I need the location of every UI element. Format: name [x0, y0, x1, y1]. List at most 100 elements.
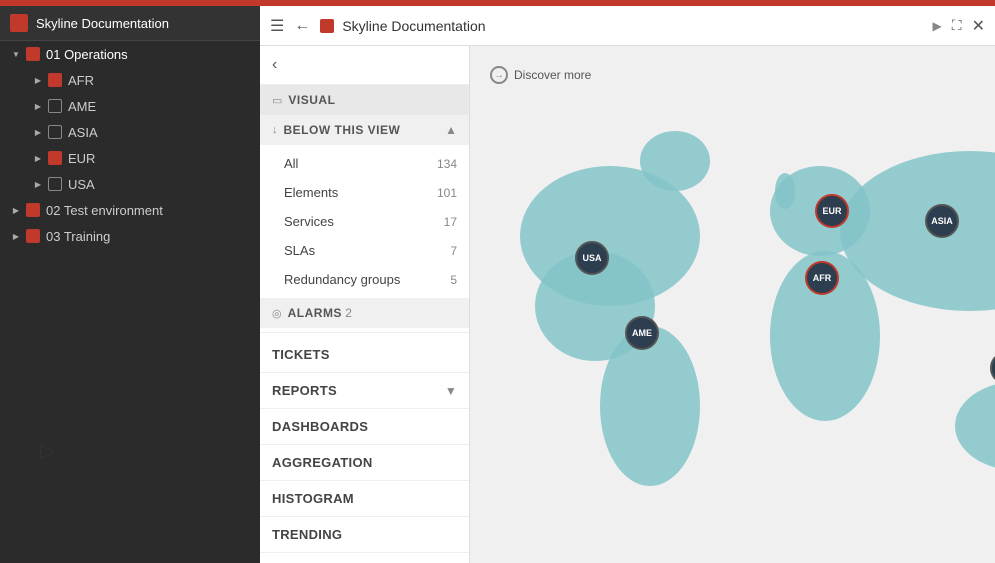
right-panel: ☰ ← Skyline Documentation ▶ ⛶ ✕ ‹ ▭ VISU… [260, 6, 995, 563]
eur-marker-label: EUR [822, 206, 841, 216]
nav-bar: ☰ ← Skyline Documentation ▶ ⛶ ✕ [260, 6, 995, 46]
menu-item-elements[interactable]: Elements 101 [260, 178, 469, 207]
close-button[interactable]: ✕ [972, 16, 985, 36]
ame-label: AME [68, 99, 96, 114]
sidebar-item-training[interactable]: 03 Training [0, 223, 260, 249]
below-collapse-icon[interactable]: ▲ [445, 123, 457, 137]
chevron-operations [8, 46, 24, 62]
reports-label: REPORTS [272, 383, 337, 398]
cursor-arrow: ▷ [40, 438, 55, 463]
asia-icon [48, 125, 62, 139]
elements-label: Elements [284, 185, 338, 200]
map-area: → Discover more [470, 46, 995, 563]
hamburger-button[interactable]: ☰ [270, 16, 284, 36]
ame-marker-label: AME [632, 328, 652, 338]
menu-item-redundancy[interactable]: Redundancy groups 5 [260, 265, 469, 294]
below-icon: ↓ [272, 124, 278, 136]
eur-label: EUR [68, 151, 95, 166]
menu-back-button[interactable]: ‹ [260, 46, 469, 85]
alarms-label: ALARMS [288, 306, 342, 320]
slas-count: 7 [450, 244, 457, 258]
test-icon [26, 203, 40, 217]
services-count: 17 [444, 215, 457, 229]
menu-section-visual[interactable]: ▭ VISUAL [260, 85, 469, 115]
operations-icon [26, 47, 40, 61]
histogram-label: HISTOGRAM [272, 491, 354, 506]
menu-divider-1 [260, 332, 469, 333]
menu-item-trending[interactable]: TRENDING [260, 517, 469, 553]
menu-item-all[interactable]: All 134 [260, 149, 469, 178]
usa-marker-label: USA [582, 253, 601, 263]
sidebar-item-asia[interactable]: ASIA [0, 119, 260, 145]
menu-item-dashboards[interactable]: DASHBOARDS [260, 409, 469, 445]
tickets-label: TICKETS [272, 347, 330, 362]
chevron-test [8, 202, 24, 218]
sidebar-item-afr[interactable]: AFR [0, 67, 260, 93]
alarms-count: 2 [345, 306, 352, 320]
alarms-icon: ◎ [272, 307, 282, 320]
content-area: ‹ ▭ VISUAL ↓ BELOW THIS VIEW ▲ [260, 46, 995, 563]
visual-label: VISUAL [288, 93, 335, 107]
dashboards-label: DASHBOARDS [272, 419, 368, 434]
trending-label: TRENDING [272, 527, 342, 542]
menu-panel: ‹ ▭ VISUAL ↓ BELOW THIS VIEW ▲ [260, 46, 470, 563]
afr-marker-label: AFR [813, 273, 832, 283]
chevron-afr [30, 72, 46, 88]
training-icon [26, 229, 40, 243]
usa-label: USA [68, 177, 95, 192]
sidebar-item-test-environment[interactable]: 02 Test environment [0, 197, 260, 223]
menu-item-tickets[interactable]: TICKETS [260, 337, 469, 373]
sidebar-item-operations[interactable]: 01 Operations [0, 41, 260, 67]
sidebar-header: Skyline Documentation [0, 6, 260, 41]
sidebar-item-usa[interactable]: USA [0, 171, 260, 197]
menu-item-reports[interactable]: REPORTS ▼ [260, 373, 469, 409]
region-marker-asia[interactable]: ASIA [925, 204, 959, 238]
sidebar: Skyline Documentation 01 Operations AFR … [0, 6, 260, 563]
back-button[interactable]: ← [294, 17, 310, 35]
afr-label: AFR [68, 73, 94, 88]
sidebar-item-ame[interactable]: AME [0, 93, 260, 119]
region-marker-afr[interactable]: AFR [805, 261, 839, 295]
sidebar-item-eur[interactable]: EUR [0, 145, 260, 171]
ame-icon [48, 99, 62, 113]
expand-button[interactable]: ⛶ [952, 17, 962, 34]
aggregation-label: AGGREGATION [272, 455, 373, 470]
chevron-usa [30, 176, 46, 192]
menu-item-slas[interactable]: SLAs 7 [260, 236, 469, 265]
region-marker-ame[interactable]: AME [625, 316, 659, 350]
nav-logo-icon [320, 19, 334, 33]
monitor-icon: ▭ [272, 94, 282, 107]
menu-item-services[interactable]: Services 17 [260, 207, 469, 236]
reports-arrow-icon: ▼ [445, 384, 457, 398]
all-count: 134 [437, 157, 457, 171]
menu-item-histogram[interactable]: HISTOGRAM [260, 481, 469, 517]
chevron-asia [30, 124, 46, 140]
chevron-eur [30, 150, 46, 166]
asia-marker-label: ASIA [931, 216, 953, 226]
all-label: All [284, 156, 298, 171]
operations-label: 01 Operations [46, 47, 128, 62]
below-label: BELOW THIS VIEW [284, 123, 401, 137]
menu-section-alarms[interactable]: ◎ ALARMS 2 [260, 298, 469, 328]
nav-arrow-icon: ▶ [933, 19, 942, 33]
usa-icon [48, 177, 62, 191]
chevron-ame [30, 98, 46, 114]
eur-icon [48, 151, 62, 165]
test-label: 02 Test environment [46, 203, 163, 218]
below-view-items: All 134 Elements 101 Services 17 SLAs 7 [260, 145, 469, 298]
menu-item-aggregation[interactable]: AGGREGATION [260, 445, 469, 481]
region-marker-usa[interactable]: USA [575, 241, 609, 275]
afr-icon [48, 73, 62, 87]
chevron-training [8, 228, 24, 244]
nav-title: Skyline Documentation [342, 18, 926, 34]
redundancy-label: Redundancy groups [284, 272, 400, 287]
sidebar-logo-icon [10, 14, 28, 32]
menu-section-below-view[interactable]: ↓ BELOW THIS VIEW ▲ [260, 115, 469, 145]
asia-label: ASIA [68, 125, 98, 140]
elements-count: 101 [437, 186, 457, 200]
region-marker-eur[interactable]: EUR [815, 194, 849, 228]
training-label: 03 Training [46, 229, 110, 244]
redundancy-count: 5 [450, 273, 457, 287]
sidebar-title: Skyline Documentation [36, 16, 169, 31]
slas-label: SLAs [284, 243, 315, 258]
